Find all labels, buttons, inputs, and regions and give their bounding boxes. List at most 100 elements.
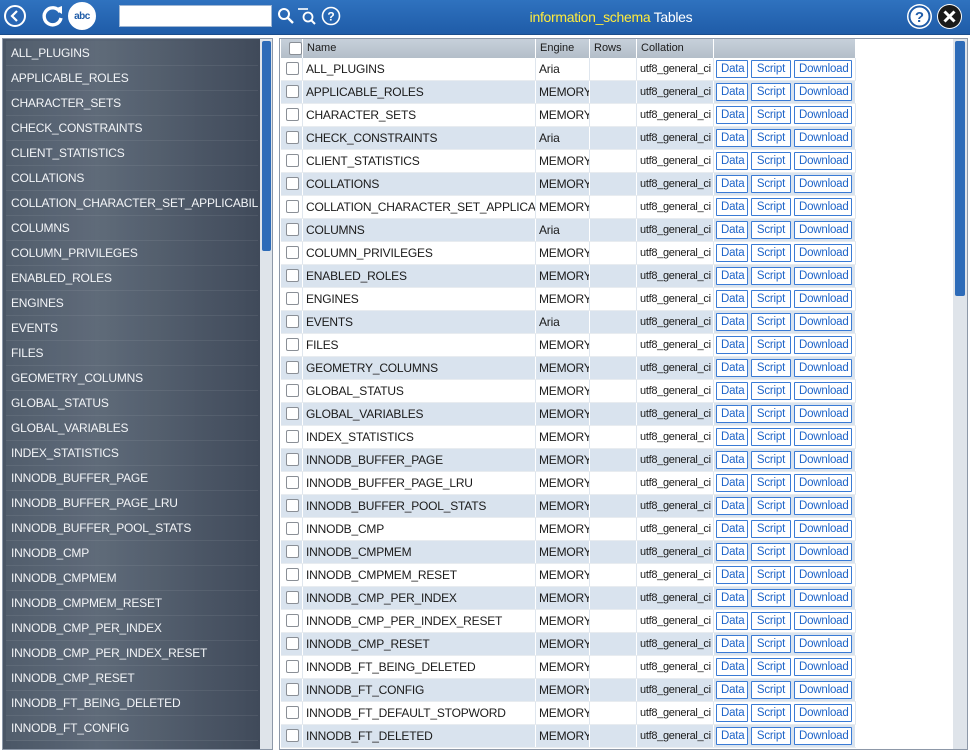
download-button[interactable]: Download [794,589,852,607]
table-name[interactable]: CHARACTER_SETS [303,104,536,126]
download-button[interactable]: Download [794,658,852,676]
sidebar-item[interactable]: CHARACTER_SETS [6,91,258,116]
table-name[interactable]: INNODB_FT_BEING_DELETED [303,656,536,678]
data-button[interactable]: Data [716,267,748,285]
script-button[interactable]: Script [751,635,791,653]
download-button[interactable]: Download [794,543,852,561]
download-button[interactable]: Download [794,336,852,354]
row-checkbox[interactable] [286,361,299,374]
sidebar-item[interactable]: COLLATIONS [6,166,258,191]
row-checkbox[interactable] [286,154,299,167]
download-button[interactable]: Download [794,60,852,78]
script-button[interactable]: Script [751,474,791,492]
sidebar-item[interactable]: COLUMNS [6,216,258,241]
sidebar-item[interactable]: INNODB_BUFFER_POOL_STATS [6,516,258,541]
download-button[interactable]: Download [794,198,852,216]
data-button[interactable]: Data [716,451,748,469]
script-button[interactable]: Script [751,681,791,699]
table-name[interactable]: COLLATIONS [303,173,536,195]
row-checkbox[interactable] [286,660,299,673]
download-button[interactable]: Download [794,704,852,722]
sidebar-item[interactable]: ALL_PLUGINS [6,41,258,66]
download-button[interactable]: Download [794,451,852,469]
table-name[interactable]: COLUMN_PRIVILEGES [303,242,536,264]
script-button[interactable]: Script [751,152,791,170]
script-button[interactable]: Script [751,543,791,561]
script-button[interactable]: Script [751,727,791,745]
script-button[interactable]: Script [751,566,791,584]
row-checkbox[interactable] [286,407,299,420]
row-checkbox[interactable] [286,614,299,627]
table-name[interactable]: INNODB_BUFFER_POOL_STATS [303,495,536,517]
download-button[interactable]: Download [794,497,852,515]
download-button[interactable]: Download [794,612,852,630]
search-filter-button[interactable] [297,5,317,27]
table-name[interactable]: ENGINES [303,288,536,310]
data-button[interactable]: Data [716,474,748,492]
download-button[interactable]: Download [794,635,852,653]
script-button[interactable]: Script [751,60,791,78]
column-header-engine[interactable]: Engine [536,39,590,58]
data-button[interactable]: Data [716,566,748,584]
row-checkbox[interactable] [286,315,299,328]
table-name[interactable]: CHECK_CONSTRAINTS [303,127,536,149]
download-button[interactable]: Download [794,152,852,170]
download-button[interactable]: Download [794,566,852,584]
table-name[interactable]: GLOBAL_STATUS [303,380,536,402]
script-button[interactable]: Script [751,589,791,607]
sidebar-scroll-thumb[interactable] [262,41,271,251]
table-name[interactable]: INNODB_BUFFER_PAGE [303,449,536,471]
table-name[interactable]: INNODB_CMPMEM_RESET [303,564,536,586]
table-name[interactable]: COLLATION_CHARACTER_SET_APPLICABILITY [303,196,536,218]
download-button[interactable]: Download [794,175,852,193]
sidebar-item[interactable]: CHECK_CONSTRAINTS [6,116,258,141]
script-button[interactable]: Script [751,382,791,400]
sidebar-item[interactable]: COLUMN_PRIVILEGES [6,241,258,266]
row-checkbox[interactable] [286,637,299,650]
row-checkbox[interactable] [286,246,299,259]
download-button[interactable]: Download [794,681,852,699]
data-button[interactable]: Data [716,221,748,239]
sidebar-item[interactable]: INNODB_CMPMEM_RESET [6,591,258,616]
download-button[interactable]: Download [794,267,852,285]
sidebar-item[interactable]: INNODB_FT_BEING_DELETED [6,691,258,716]
refresh-button[interactable] [40,3,66,29]
script-button[interactable]: Script [751,175,791,193]
data-button[interactable]: Data [716,704,748,722]
sidebar-item[interactable]: COLLATION_CHARACTER_SET_APPLICABILITY [6,191,258,216]
sidebar-item[interactable]: INNODB_CMP_PER_INDEX [6,616,258,641]
download-button[interactable]: Download [794,221,852,239]
script-button[interactable]: Script [751,336,791,354]
script-button[interactable]: Script [751,405,791,423]
script-button[interactable]: Script [751,83,791,101]
download-button[interactable]: Download [794,129,852,147]
sidebar-item[interactable]: INNODB_CMP_PER_INDEX_RESET [6,641,258,666]
sidebar-item[interactable]: GLOBAL_STATUS [6,391,258,416]
table-name[interactable]: INNODB_FT_CONFIG [303,679,536,701]
data-button[interactable]: Data [716,589,748,607]
row-checkbox[interactable] [286,683,299,696]
table-name[interactable]: GEOMETRY_COLUMNS [303,357,536,379]
script-button[interactable]: Script [751,658,791,676]
row-checkbox[interactable] [286,729,299,742]
download-button[interactable]: Download [794,290,852,308]
row-checkbox[interactable] [286,62,299,75]
download-button[interactable]: Download [794,474,852,492]
data-button[interactable]: Data [716,658,748,676]
row-checkbox[interactable] [286,223,299,236]
sidebar-item[interactable]: GLOBAL_VARIABLES [6,416,258,441]
table-name[interactable]: INNODB_FT_DEFAULT_STOPWORD [303,702,536,724]
sidebar-item[interactable]: INNODB_BUFFER_PAGE [6,466,258,491]
script-button[interactable]: Script [751,313,791,331]
table-name[interactable]: COLUMNS [303,219,536,241]
row-checkbox[interactable] [286,85,299,98]
sidebar-item[interactable]: ENABLED_ROLES [6,266,258,291]
data-button[interactable]: Data [716,313,748,331]
row-checkbox[interactable] [286,545,299,558]
row-checkbox[interactable] [286,108,299,121]
data-button[interactable]: Data [716,244,748,262]
data-button[interactable]: Data [716,83,748,101]
data-button[interactable]: Data [716,60,748,78]
table-name[interactable]: INNODB_CMP [303,518,536,540]
row-checkbox[interactable] [286,200,299,213]
